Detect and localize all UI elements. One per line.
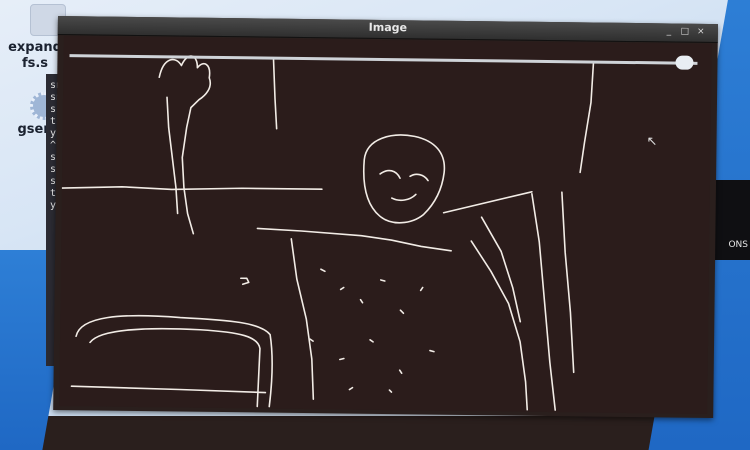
edge-top-right <box>579 61 595 174</box>
trackbar-thumb[interactable] <box>675 55 694 70</box>
edge-shoulder <box>256 227 452 252</box>
background-window-text: ONS <box>728 240 748 250</box>
close-button[interactable]: × <box>696 27 706 37</box>
edge-hand <box>158 55 211 235</box>
edge-shelf <box>61 185 323 191</box>
image-window[interactable]: Image _ □ × ↖ <box>53 16 718 419</box>
edge-chair-seat <box>70 385 267 394</box>
edge-head <box>362 134 446 224</box>
edge-arm-right <box>480 216 522 323</box>
edge-door-right <box>561 191 575 374</box>
image-canvas[interactable]: ↖ <box>59 36 712 414</box>
minimize-button[interactable]: _ <box>664 26 674 36</box>
maximize-button[interactable]: □ <box>680 27 690 37</box>
mouse-pointer-icon: ↖ <box>646 134 658 150</box>
edge-door <box>531 193 557 411</box>
edge-body-right <box>470 240 529 411</box>
edge-body-left <box>290 238 315 400</box>
edge-top-line <box>272 57 278 130</box>
background-window-edge: ONS <box>712 180 750 260</box>
edge-detection-image <box>61 55 595 411</box>
edge-noise <box>240 268 435 393</box>
edge-chair-inner <box>89 327 261 408</box>
edge-arm <box>166 96 179 215</box>
edge-wall-line <box>442 191 533 214</box>
edge-face <box>379 169 429 202</box>
